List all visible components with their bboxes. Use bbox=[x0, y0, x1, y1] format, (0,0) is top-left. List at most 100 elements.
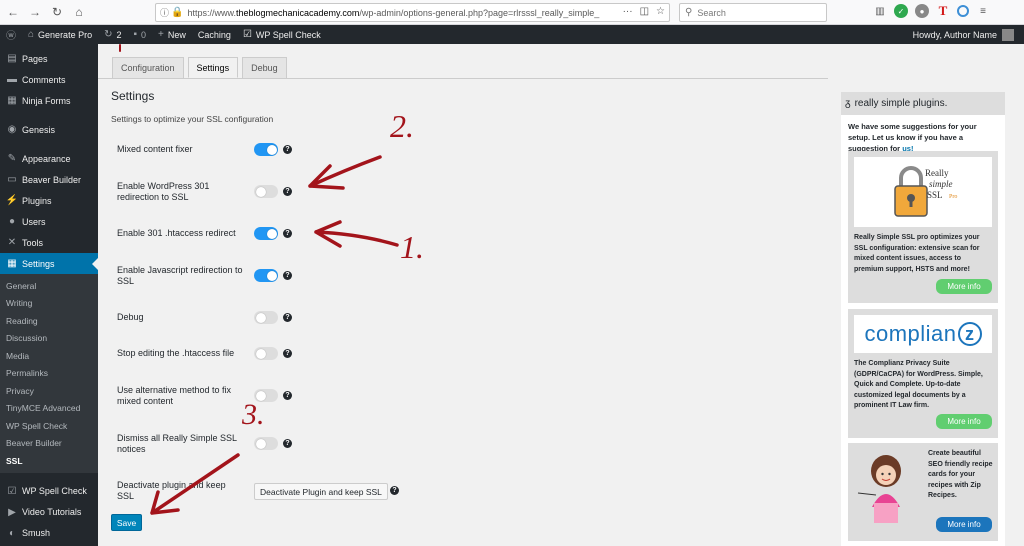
site-name[interactable]: ⌂ Generate Pro bbox=[22, 25, 98, 44]
submenu-writing[interactable]: Writing bbox=[0, 295, 98, 313]
submenu-ssl[interactable]: SSL bbox=[0, 452, 98, 470]
page-title: Settings bbox=[111, 89, 155, 103]
address-bar[interactable]: ⓘ 🔒 https://www. theblogmechanicacademy.c… bbox=[155, 3, 670, 22]
submenu-media[interactable]: Media bbox=[0, 347, 98, 365]
setting-label: Debug bbox=[117, 312, 144, 322]
lock-icon: 🔒 bbox=[171, 7, 184, 18]
users-icon: ● bbox=[8, 216, 16, 227]
home-icon[interactable]: ⌂ bbox=[70, 3, 88, 21]
wp-admin-bar: ⓦ ⌂ Generate Pro ↻ 2 ▪ 0 + New Caching ☑ WP S… bbox=[0, 25, 1024, 44]
submenu-general[interactable]: General bbox=[0, 277, 98, 295]
wp-301-toggle[interactable] bbox=[254, 185, 278, 198]
plugin-card-complianz: complian z The Complianz Privacy Suite (G… bbox=[848, 309, 998, 438]
sidebar-item-comments[interactable]: ▬ Comments bbox=[0, 69, 98, 90]
spell-check-menu[interactable]: ☑ WP Spell Check bbox=[237, 25, 327, 44]
dismiss-notices-toggle[interactable] bbox=[254, 437, 278, 450]
sidebar-item-appearance[interactable]: ✎ Appearance bbox=[0, 148, 98, 169]
svg-text:simple: simple bbox=[929, 179, 953, 189]
panel-body: We have some suggestions for your setup.… bbox=[841, 115, 1005, 546]
more-info-button[interactable]: More info bbox=[936, 517, 992, 532]
help-icon[interactable]: ? bbox=[283, 313, 292, 322]
sidebar-item-smush[interactable]: ◐ Smush bbox=[0, 523, 98, 544]
submenu-discussion[interactable]: Discussion bbox=[0, 330, 98, 348]
more-info-button[interactable]: More info bbox=[936, 279, 992, 294]
plus-icon: + bbox=[158, 29, 164, 40]
setting-label: Dismiss all Really Simple SSL notices bbox=[117, 433, 237, 454]
more-info-button[interactable]: More info bbox=[936, 414, 992, 429]
tab-configuration[interactable]: Configuration bbox=[112, 57, 184, 78]
new-content[interactable]: + New bbox=[152, 25, 192, 44]
account-menu[interactable]: Howdy, Author Name bbox=[913, 25, 1014, 44]
sidebar-item-video-tutorials[interactable]: ▶ Video Tutorials bbox=[0, 502, 98, 523]
submenu-privacy[interactable]: Privacy bbox=[0, 382, 98, 400]
search-input[interactable]: ⚲ Search bbox=[679, 3, 827, 22]
wp-logo-icon[interactable]: ⓦ bbox=[0, 25, 22, 44]
sidebar-item-plugins[interactable]: ⚡ Plugins bbox=[0, 190, 98, 211]
url-prefix: https://www. bbox=[187, 7, 236, 18]
help-icon[interactable]: ? bbox=[283, 187, 292, 196]
save-button[interactable]: Save bbox=[111, 514, 142, 531]
plugin-card-zip-recipes: Create beautiful SEO friendly recipe car… bbox=[848, 443, 998, 541]
reload-icon[interactable]: ↻ bbox=[48, 3, 66, 21]
extension-t-icon[interactable]: T bbox=[936, 3, 950, 18]
submenu-reading[interactable]: Reading bbox=[0, 312, 98, 330]
comments-icon: ▬ bbox=[7, 74, 17, 85]
url-path: /wp-admin/options-general.php?page=rlrss… bbox=[359, 7, 600, 18]
help-icon[interactable]: ? bbox=[283, 349, 292, 358]
page-description: Settings to optimize your SSL configurat… bbox=[111, 114, 274, 124]
info-icon[interactable]: ⓘ bbox=[160, 6, 169, 19]
alternative-method-toggle[interactable] bbox=[254, 389, 278, 402]
submenu-beaver-builder[interactable]: Beaver Builder bbox=[0, 435, 98, 453]
checkbox-icon: ☑ bbox=[242, 29, 252, 40]
submenu-permalinks[interactable]: Permalinks bbox=[0, 365, 98, 383]
help-icon[interactable]: ? bbox=[390, 486, 399, 495]
caching-menu[interactable]: Caching bbox=[192, 25, 237, 44]
setting-label: Deactivate plugin and keep SSL bbox=[117, 480, 226, 501]
extension-grey-icon[interactable]: ● bbox=[915, 4, 929, 18]
setting-label: Use alternative method to fix mixed cont… bbox=[117, 385, 232, 406]
sidebar-item-users[interactable]: ● Users bbox=[0, 211, 98, 232]
tools-icon: ✕ bbox=[7, 237, 17, 248]
help-icon[interactable]: ? bbox=[283, 229, 292, 238]
help-icon[interactable]: ? bbox=[283, 145, 292, 154]
sidebar-item-tools[interactable]: ✕ Tools bbox=[0, 232, 98, 253]
js-redirect-toggle[interactable] bbox=[254, 269, 278, 282]
extension-circle-icon[interactable] bbox=[957, 5, 969, 17]
appearance-icon: ✎ bbox=[7, 153, 17, 164]
pages-icon: ▤ bbox=[7, 53, 17, 64]
pocket-icon[interactable]: ◫ bbox=[640, 6, 649, 17]
mixed-content-toggle[interactable] bbox=[254, 143, 278, 156]
submenu-wp-spell-check[interactable]: WP Spell Check bbox=[0, 417, 98, 435]
bookmark-star-icon[interactable]: ☆ bbox=[656, 6, 665, 17]
tab-debug[interactable]: Debug bbox=[242, 57, 287, 78]
sidebar-item-settings[interactable]: ▦ Settings bbox=[0, 253, 98, 274]
sidebar-item-genesis[interactable]: ◉ Genesis bbox=[0, 119, 98, 140]
sidebar-item-pages[interactable]: ▤ Pages bbox=[0, 48, 98, 69]
help-icon[interactable]: ? bbox=[283, 271, 292, 280]
extension-check-icon[interactable]: ✓ bbox=[894, 4, 908, 18]
setting-label: Mixed content fixer bbox=[117, 144, 193, 154]
really-simple-ssl-logo: Really simple SSL Pro bbox=[854, 157, 992, 227]
help-icon[interactable]: ? bbox=[283, 439, 292, 448]
comments[interactable]: ▪ 0 bbox=[127, 25, 152, 44]
library-icon[interactable]: ▥ bbox=[873, 4, 887, 18]
settings-submenu: General Writing Reading Discussion Media… bbox=[0, 274, 98, 473]
back-icon[interactable]: ← bbox=[4, 3, 22, 21]
sidebar-item-wp-spell-check[interactable]: ☑ WP Spell Check bbox=[0, 481, 98, 502]
search-placeholder: Search bbox=[697, 7, 726, 18]
submenu-tinymce-advanced[interactable]: TinyMCE Advanced bbox=[0, 400, 98, 418]
stop-editing-htaccess-toggle[interactable] bbox=[254, 347, 278, 360]
sidebar-item-ninja-forms[interactable]: ▦ Ninja Forms bbox=[0, 90, 98, 111]
more-actions-icon[interactable]: ··· bbox=[623, 6, 633, 17]
forward-icon[interactable]: → bbox=[26, 3, 44, 21]
sidebar-item-beaver-builder[interactable]: ▭ Beaver Builder bbox=[0, 169, 98, 190]
help-icon[interactable]: ? bbox=[283, 391, 292, 400]
htaccess-301-toggle[interactable] bbox=[254, 227, 278, 240]
updates[interactable]: ↻ 2 bbox=[98, 25, 127, 44]
settings-tabs: Configuration Settings Debug bbox=[112, 57, 291, 78]
setting-label: Enable WordPress 301 redirection to SSL bbox=[117, 181, 210, 202]
debug-toggle[interactable] bbox=[254, 311, 278, 324]
menu-icon[interactable]: ≡ bbox=[976, 4, 990, 18]
deactivate-keep-ssl-button[interactable]: Deactivate Plugin and keep SSL bbox=[254, 483, 388, 500]
tab-settings[interactable]: Settings bbox=[187, 57, 239, 78]
